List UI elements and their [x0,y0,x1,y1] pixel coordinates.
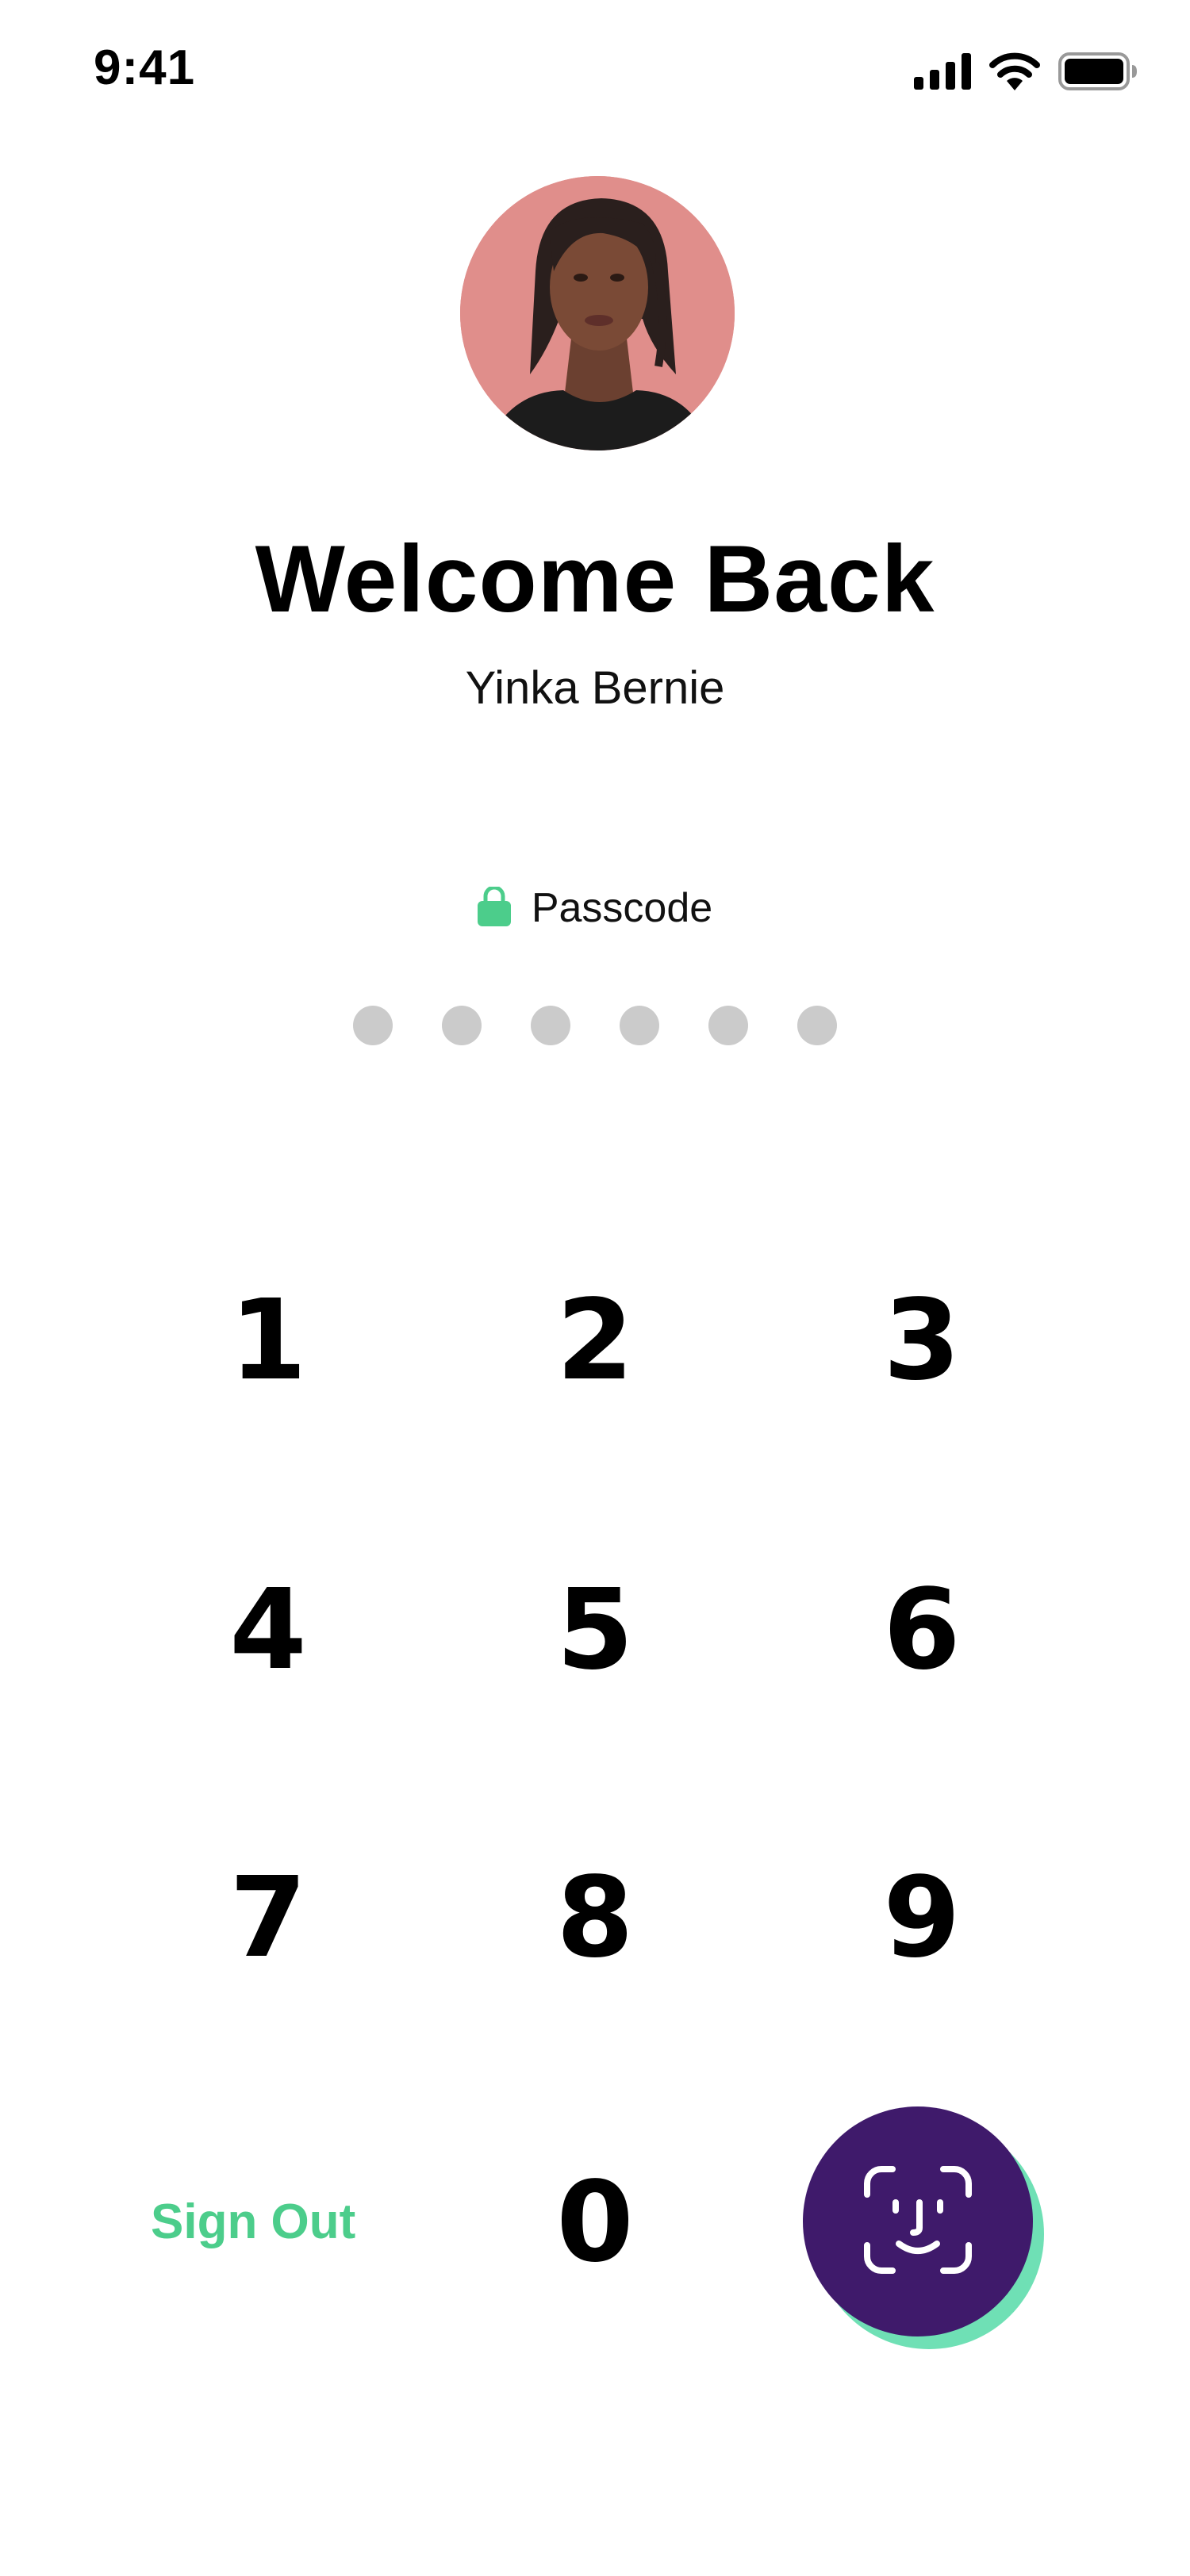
signal-icon [914,52,971,94]
welcome-title: Welcome Back [255,526,935,632]
passcode-dot [708,1006,748,1045]
key-2[interactable]: 2 [476,1261,714,1420]
passcode-dot [353,1006,393,1045]
passcode-label-row: Passcode [0,880,1190,936]
status-time: 9:41 [94,40,196,95]
status-icons [914,51,1138,95]
key-4[interactable]: 4 [149,1551,387,1709]
battery-icon [1058,52,1138,94]
key-6[interactable]: 6 [803,1551,1041,1709]
user-name: Yinka Bernie [465,662,725,714]
status-bar: 9:41 [0,0,1190,143]
key-9[interactable]: 9 [803,1838,1041,1997]
sign-out-button[interactable]: Sign Out [151,2194,355,2250]
passcode-dots [0,1006,1190,1045]
lock-icon [477,885,511,930]
wifi-icon [988,52,1041,94]
face-id-icon [862,2164,973,2279]
face-id-button[interactable] [803,2106,1033,2336]
key-3[interactable]: 3 [803,1261,1041,1420]
key-1[interactable]: 1 [149,1261,387,1420]
avatar [460,176,735,450]
passcode-dot [442,1006,482,1045]
key-0[interactable]: 0 [476,2143,714,2302]
key-8[interactable]: 8 [476,1838,714,1997]
passcode-dot [797,1006,837,1045]
key-7[interactable]: 7 [149,1838,387,1997]
passcode-label: Passcode [531,885,713,931]
key-5[interactable]: 5 [476,1551,714,1709]
passcode-dot [531,1006,570,1045]
passcode-dot [620,1006,659,1045]
